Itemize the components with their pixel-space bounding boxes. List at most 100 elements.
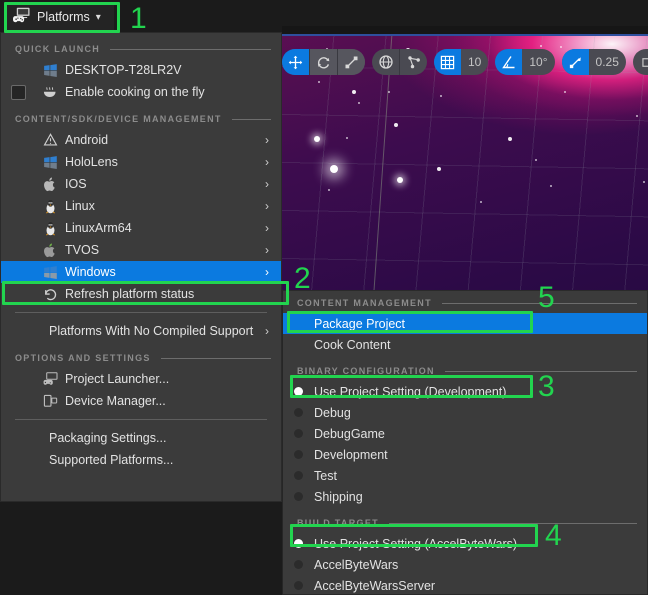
scale-snap-value[interactable]: 0.25 <box>589 49 626 75</box>
grid-snap-value[interactable]: 10 <box>461 49 488 75</box>
section-rule <box>231 118 271 120</box>
submenu-item-label: Package Project <box>314 316 406 331</box>
apple-icon <box>35 177 65 192</box>
chevron-down-icon: ▾ <box>95 11 101 23</box>
menu-item-hololens[interactable]: HoloLens › <box>1 151 281 173</box>
menu-item-ios[interactable]: IOS › <box>1 173 281 195</box>
menu-item-desktop-t28lr2v[interactable]: DESKTOP-T28LR2V <box>1 59 281 81</box>
chevron-right-icon: › <box>265 177 269 191</box>
menu-item-windows[interactable]: Windows › <box>1 261 281 283</box>
windows-icon <box>35 155 65 170</box>
grid-snap-icon[interactable] <box>434 49 461 75</box>
section-header-options-and-settings: Options and Settings <box>1 348 281 368</box>
submenu-item-label: Use Project Setting (Development) <box>314 384 507 399</box>
radio-button[interactable] <box>294 408 303 417</box>
menu-item-tvos[interactable]: TVOS › <box>1 239 281 261</box>
camera-speed-icon[interactable] <box>633 49 648 75</box>
submenu-item-label: DebugGame <box>314 426 385 441</box>
cook-on-the-fly-icon <box>35 85 65 99</box>
radio-button[interactable] <box>294 429 303 438</box>
radio-button[interactable] <box>294 539 303 548</box>
scale-snap-group[interactable]: 0.25 <box>561 49 626 75</box>
viewport-toolbar[interactable]: 10 10° 0.25 4 <box>282 48 648 76</box>
submenu-item-accelbytewars[interactable]: AccelByteWars <box>283 554 647 575</box>
section-header-build-target: Build Target <box>283 513 647 533</box>
radio-button[interactable] <box>294 471 303 480</box>
menu-item-enable-cooking-on-the-fly[interactable]: Enable cooking on the fly <box>1 81 281 103</box>
menu-item-android[interactable]: Android › <box>1 129 281 151</box>
submenu-item-label: Debug <box>314 405 351 420</box>
submenu-item-accelbytewarsserver[interactable]: AccelByteWarsServer <box>283 575 647 595</box>
submenu-item-use-project-setting-development[interactable]: Use Project Setting (Development) <box>283 381 647 402</box>
enable-cooking-checkbox[interactable] <box>10 84 26 100</box>
windows-submenu[interactable]: Content Management Package Project Cook … <box>282 290 648 595</box>
radio-button[interactable] <box>294 581 303 590</box>
submenu-item-label: AccelByteWars <box>314 557 399 572</box>
rotate-icon[interactable] <box>310 49 337 75</box>
menu-item-label: TVOS <box>65 243 100 257</box>
radio-button[interactable] <box>294 492 303 501</box>
submenu-item-shipping[interactable]: Shipping <box>283 486 647 507</box>
radio-button[interactable] <box>294 560 303 569</box>
camera-speed-group[interactable]: 4 <box>632 49 648 75</box>
transform-mode-group[interactable] <box>282 49 365 75</box>
menu-item-device-manager[interactable]: Device Manager... <box>1 390 281 412</box>
grid-snap-group[interactable]: 10 <box>434 49 489 75</box>
coordinate-system-group[interactable] <box>372 49 427 75</box>
radio-button[interactable] <box>294 387 303 396</box>
submenu-item-package-project[interactable]: Package Project <box>283 313 647 334</box>
angle-snap-value[interactable]: 10° <box>522 49 554 75</box>
angle-snap-icon[interactable] <box>495 49 523 75</box>
menu-item-project-launcher[interactable]: Project Launcher... <box>1 368 281 390</box>
apple-tv-icon <box>35 243 65 258</box>
submenu-item-development[interactable]: Development <box>283 444 647 465</box>
submenu-item-label: AccelByteWarsServer <box>314 578 436 593</box>
menu-item-label: Platforms With No Compiled Support <box>49 324 254 338</box>
chevron-right-icon: › <box>265 324 269 338</box>
section-header-content-sdk-device-management: Content/SDK/Device Management <box>1 109 281 129</box>
menu-item-refresh-platform-status[interactable]: Refresh platform status <box>1 283 281 305</box>
angle-snap-group[interactable]: 10° <box>495 49 555 75</box>
submenu-item-cook-content[interactable]: Cook Content <box>283 334 647 355</box>
platforms-button[interactable]: Platforms ▾ <box>6 4 114 30</box>
submenu-item-label: Test <box>314 468 337 483</box>
scale-icon[interactable] <box>338 49 365 75</box>
menu-item-packaging-settings[interactable]: Packaging Settings... <box>1 427 281 449</box>
menu-item-label: DESKTOP-T28LR2V <box>65 63 182 77</box>
surface-snap-icon[interactable] <box>400 49 427 75</box>
menu-item-linux[interactable]: Linux › <box>1 195 281 217</box>
viewport-focus-outline <box>282 34 648 36</box>
menu-item-label: Enable cooking on the fly <box>65 85 205 99</box>
windows-icon <box>35 63 65 78</box>
chevron-right-icon: › <box>265 155 269 169</box>
scale-snap-icon[interactable] <box>561 49 589 75</box>
radio-button[interactable] <box>294 450 303 459</box>
windows-icon <box>35 265 65 280</box>
submenu-item-debuggame[interactable]: DebugGame <box>283 423 647 444</box>
submenu-item-label: Development <box>314 447 388 462</box>
chevron-right-icon: › <box>265 265 269 279</box>
menu-item-label: HoloLens <box>65 155 118 169</box>
submenu-item-debug[interactable]: Debug <box>283 402 647 423</box>
menu-item-linuxarm64[interactable]: LinuxArm64 › <box>1 217 281 239</box>
android-warning-icon <box>35 133 65 147</box>
menu-item-label: Device Manager... <box>65 394 166 408</box>
menu-item-platforms-with-no-compiled-support[interactable]: Platforms With No Compiled Support › <box>1 320 281 342</box>
menu-item-label: IOS <box>65 177 87 191</box>
submenu-item-test[interactable]: Test <box>283 465 647 486</box>
section-header-quick-launch: Quick Launch <box>1 39 281 59</box>
world-coordinate-icon[interactable] <box>372 49 399 75</box>
menu-item-label: Linux <box>65 199 95 213</box>
submenu-item-label: Shipping <box>314 489 363 504</box>
platforms-dropdown-menu[interactable]: Quick Launch DESKTOP-T28LR2V Enable cook… <box>0 32 282 502</box>
submenu-item-use-project-setting-accelbytewars[interactable]: Use Project Setting (AccelByteWars) <box>283 533 647 554</box>
section-rule <box>110 48 271 50</box>
move-translate-icon[interactable] <box>282 49 309 75</box>
menu-divider <box>15 419 267 420</box>
menu-item-label: Packaging Settings... <box>49 431 167 445</box>
menu-item-label: LinuxArm64 <box>65 221 132 235</box>
device-manager-icon <box>35 394 65 408</box>
linux-penguin-icon <box>35 221 65 236</box>
chevron-right-icon: › <box>265 243 269 257</box>
menu-item-supported-platforms[interactable]: Supported Platforms... <box>1 449 281 471</box>
